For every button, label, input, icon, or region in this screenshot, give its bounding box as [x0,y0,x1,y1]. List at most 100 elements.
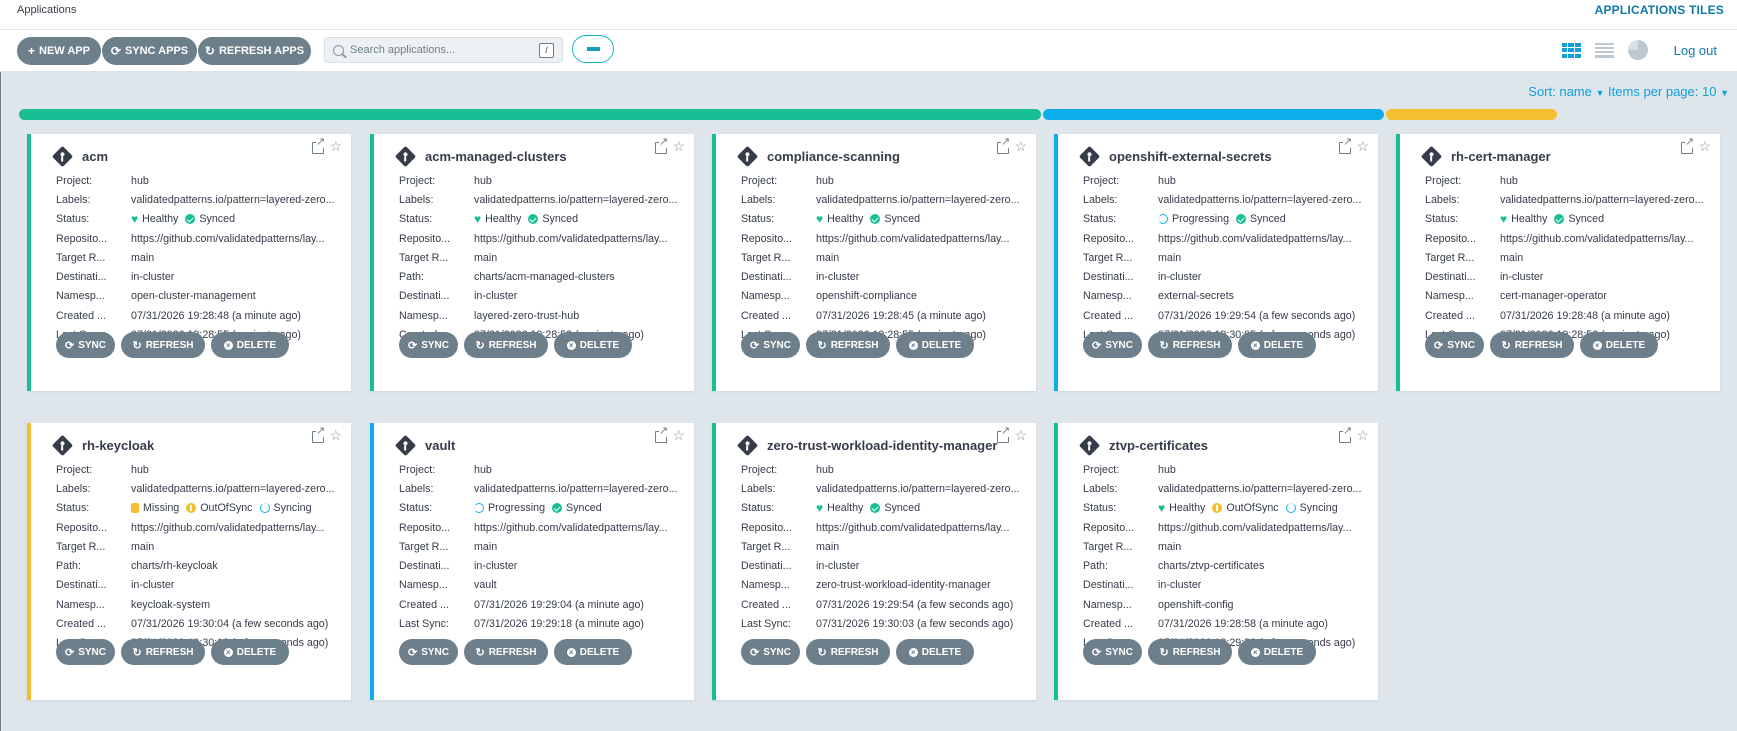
detail-row: Namesp... keycloak-system [56,595,345,614]
status-text: Healthy [142,213,179,226]
star-icon[interactable]: ☆ [329,138,342,155]
app-name[interactable]: zero-trust-workload-identity-manager [767,438,997,453]
external-link-icon[interactable] [997,137,1011,154]
delete-button[interactable]: × DELETE [896,639,974,665]
external-link-icon[interactable] [312,137,326,154]
filter-toggle-button[interactable] [572,35,614,63]
star-icon[interactable]: ☆ [672,138,685,155]
star-icon[interactable]: ☆ [1356,427,1369,444]
detail-row: Created ... 07/31/2026 19:28:48 (a minute… [1425,306,1714,325]
detail-row: Project: hub [741,460,1030,479]
refresh-icon: ↻ [204,44,215,58]
detail-row: Labels: validatedpatterns.io/pattern=laye… [741,479,1030,498]
app-actions: ⟳ SYNC ↻ REFRESH × DELETE [399,332,632,358]
refresh-button[interactable]: ↻ REFRESH [1490,332,1574,358]
app-name[interactable]: ztvp-certificates [1109,438,1208,453]
app-tile-rh-keycloak[interactable]: rh-keycloak ☆ Project: hub Labels: validatedp… [27,423,351,700]
detail-label: Target R... [741,251,791,264]
delete-button[interactable]: × DELETE [211,332,289,358]
sync-button[interactable]: ⟳ SYNC [399,639,458,665]
external-link-icon[interactable] [312,426,326,443]
items-per-page-dropdown[interactable]: Items per page: 10 ▼ [1608,84,1729,99]
sync-apps-button[interactable]: ⟳ SYNC APPS [102,37,197,65]
status-text: Synced [1568,213,1605,226]
delete-button[interactable]: × DELETE [554,332,632,358]
detail-row: Destinati... in-cluster [56,267,345,286]
sync-button[interactable]: ⟳ SYNC [1425,332,1484,358]
app-name[interactable]: openshift-external-secrets [1109,149,1272,164]
detail-value: keycloak-system [131,598,210,611]
app-name[interactable]: vault [425,438,455,453]
detail-value: in-cluster [1158,579,1202,592]
delete-button[interactable]: × DELETE [1238,639,1316,665]
logout-link[interactable]: Log out [1674,43,1717,58]
app-tile-vault[interactable]: vault ☆ Project: hub Labels: validatedpattern… [370,423,694,700]
list-view-icon[interactable] [1594,42,1614,58]
refresh-button[interactable]: ↻ REFRESH [1148,639,1232,665]
detail-label: Target R... [1083,251,1133,264]
delete-button[interactable]: × DELETE [1580,332,1658,358]
detail-row: Namesp... cert-manager-operator [1425,287,1714,306]
detail-row: Labels: validatedpatterns.io/pattern=laye… [56,190,345,209]
app-tile-ztvp-certificates[interactable]: ztvp-certificates ☆ Project: hub Labels: vali… [1054,423,1378,700]
star-icon[interactable]: ☆ [329,427,342,444]
delete-label: DELETE [1605,339,1646,351]
refresh-button[interactable]: ↻ REFRESH [806,332,890,358]
sync-button[interactable]: ⟳ SYNC [741,332,800,358]
sort-dropdown[interactable]: Sort: name ▼ [1528,84,1604,99]
detail-row: Namesp... external-secrets [1083,287,1372,306]
star-icon[interactable]: ☆ [1356,138,1369,155]
app-tile-acm-managed-clusters[interactable]: acm-managed-clusters ☆ Project: hub Labels: v… [370,134,694,391]
external-link-icon[interactable] [997,426,1011,443]
tiles-view-icon[interactable] [1561,42,1581,58]
app-tile-zero-trust-workload-identity-manager[interactable]: zero-trust-workload-identity-manager ☆ Pro… [712,423,1036,700]
app-name[interactable]: rh-cert-manager [1451,149,1551,164]
delete-button[interactable]: × DELETE [896,332,974,358]
new-app-button[interactable]: + NEW APP [17,37,101,65]
delete-button[interactable]: × DELETE [554,639,632,665]
external-link-icon[interactable] [1681,137,1695,154]
app-tile-openshift-external-secrets[interactable]: openshift-external-secrets ☆ Project: hub La… [1054,134,1378,391]
star-icon[interactable]: ☆ [1014,138,1027,155]
app-name[interactable]: compliance-scanning [767,149,900,164]
app-name[interactable]: acm-managed-clusters [425,149,567,164]
detail-value: in-cluster [474,290,518,303]
external-link-icon[interactable] [1339,426,1353,443]
app-tile-acm[interactable]: acm ☆ Project: hub Labels: validatedpatterns.… [27,134,351,391]
delete-icon: × [1592,340,1602,350]
app-name[interactable]: rh-keycloak [82,438,154,453]
refresh-button[interactable]: ↻ REFRESH [121,332,205,358]
status-value: Progressing Synced [1158,213,1372,225]
star-icon[interactable]: ☆ [1014,427,1027,444]
delete-label: DELETE [579,646,620,658]
sync-button[interactable]: ⟳ SYNC [399,332,458,358]
star-icon[interactable]: ☆ [1698,138,1711,155]
external-link-icon[interactable] [655,426,669,443]
refresh-button[interactable]: ↻ REFRESH [464,639,548,665]
refresh-button[interactable]: ↻ REFRESH [1148,332,1232,358]
detail-label: Destinati... [56,271,107,284]
detail-value: validatedpatterns.io/pattern=layered-zer… [1500,193,1704,206]
star-icon[interactable]: ☆ [672,427,685,444]
app-tile-rh-cert-manager[interactable]: rh-cert-manager ☆ Project: hub Labels: valida… [1396,134,1720,391]
sync-button[interactable]: ⟳ SYNC [741,639,800,665]
status-text: Healthy [1169,502,1206,515]
app-tile-compliance-scanning[interactable]: compliance-scanning ☆ Project: hub Labels: va… [712,134,1036,391]
sync-button[interactable]: ⟳ SYNC [1083,332,1142,358]
external-link-icon[interactable] [1339,137,1353,154]
delete-button[interactable]: × DELETE [1238,332,1316,358]
detail-value: openshift-config [1158,598,1234,611]
search-input[interactable] [350,44,530,56]
sync-button[interactable]: ⟳ SYNC [56,332,115,358]
sync-button[interactable]: ⟳ SYNC [1083,639,1142,665]
app-name[interactable]: acm [82,149,108,164]
external-link-icon[interactable] [655,137,669,154]
refresh-button[interactable]: ↻ REFRESH [806,639,890,665]
refresh-button[interactable]: ↻ REFRESH [121,639,205,665]
summary-view-icon[interactable] [1627,40,1648,60]
delete-button[interactable]: × DELETE [211,639,289,665]
refresh-button[interactable]: ↻ REFRESH [464,332,548,358]
sync-button[interactable]: ⟳ SYNC [56,639,115,665]
refresh-apps-button[interactable]: ↻ REFRESH APPS [198,37,311,65]
refresh-label: REFRESH [830,646,879,658]
